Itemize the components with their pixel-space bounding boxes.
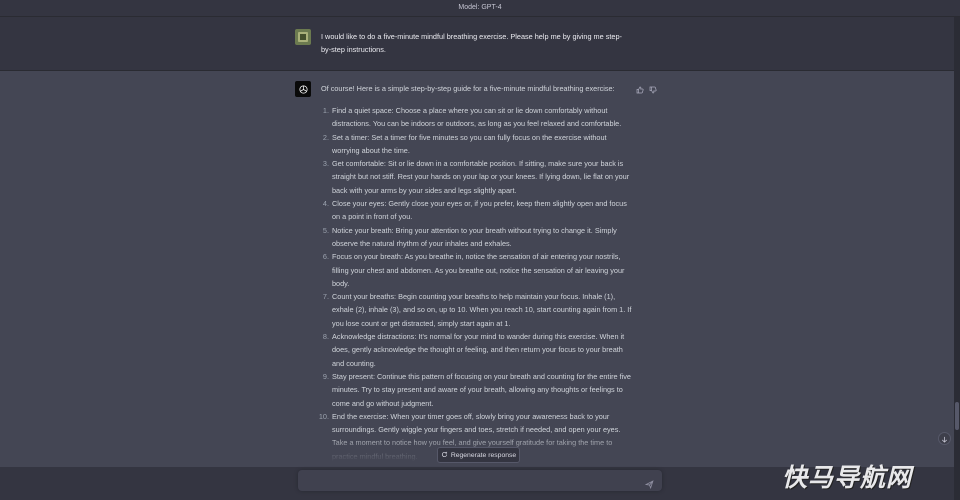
arrow-down-icon — [941, 430, 948, 448]
feedback-buttons — [636, 81, 657, 94]
send-icon[interactable] — [644, 476, 654, 490]
watermark-text: 快马导航网 — [782, 463, 913, 492]
assistant-intro: Of course! Here is a simple step-by-step… — [321, 84, 615, 93]
user-message-text: I would like to do a five-minute mindful… — [321, 32, 622, 54]
steps-list: 1. Find a quiet space: Choose a place whe… — [319, 104, 633, 463]
thumbs-up-icon[interactable] — [636, 81, 644, 94]
user-avatar — [295, 29, 311, 45]
list-item: 2. Set a timer: Set a timer for five minu… — [322, 132, 607, 155]
message-input[interactable] — [298, 470, 662, 491]
assistant-message: Of course! Here is a simple step-by-step… — [0, 71, 960, 467]
watermark-logo: 快马导航网 — [782, 462, 938, 494]
list-item: 9. Stay present: Continue this pattern of… — [322, 371, 631, 408]
model-label: Model: GPT-4 — [458, 4, 502, 11]
model-header: Model: GPT-4 — [0, 0, 960, 17]
regenerate-label: Regenerate response — [450, 451, 517, 459]
refresh-icon — [441, 451, 448, 460]
thumbs-down-icon[interactable] — [649, 81, 657, 94]
list-item: 5. Notice your breath: Bring your attenti… — [322, 225, 617, 248]
list-item: 3. Get comfortable: Sit or lie down in a … — [322, 159, 630, 195]
openai-logo-icon — [295, 81, 311, 97]
list-item: 6. Focus on your breath: As you breathe i… — [322, 252, 625, 288]
regenerate-response-button[interactable]: Regenerate response — [437, 447, 520, 463]
list-item: 8. Acknowledge distractions: It's normal … — [322, 332, 625, 368]
scroll-to-bottom-button[interactable] — [938, 432, 951, 445]
user-message: I would like to do a five-minute mindful… — [0, 17, 960, 71]
list-item: 4. Close your eyes: Gently close your eye… — [322, 199, 627, 222]
list-item: 1. Find a quiet space: Choose a place whe… — [322, 106, 622, 129]
list-item: 7. Count your breaths: Begin counting you… — [322, 292, 632, 328]
scrollbar-thumb[interactable] — [955, 402, 959, 430]
